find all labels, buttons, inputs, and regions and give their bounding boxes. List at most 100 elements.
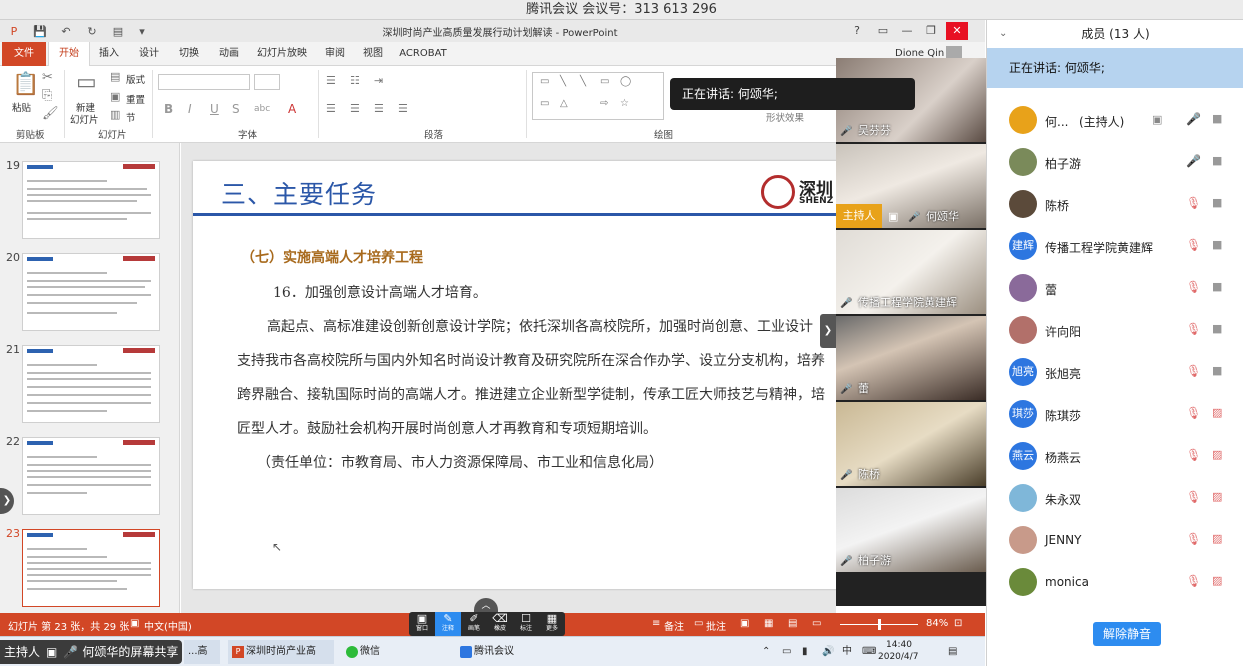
member-row[interactable]: 蕾 🎙 ■ xyxy=(987,268,1243,310)
ime-settings-icon[interactable]: ⌨ xyxy=(858,640,876,664)
right-arrow-shape-icon[interactable]: ⇨ xyxy=(600,98,608,109)
layout-button[interactable]: 版式 xyxy=(126,72,145,86)
shadow-icon[interactable]: S xyxy=(232,102,240,116)
microphone-muted-icon[interactable]: 🎙 xyxy=(1186,490,1201,504)
camera-icon[interactable]: ■ xyxy=(1212,154,1222,167)
reset-icon[interactable]: ▣ xyxy=(110,90,120,103)
copy-icon[interactable]: ⎘ xyxy=(42,88,52,103)
camera-icon[interactable]: ■ xyxy=(1212,238,1222,251)
spellcheck-icon[interactable]: ▣ xyxy=(130,618,139,629)
member-row[interactable]: 陈桥 🎙 ■ xyxy=(987,184,1243,226)
video-tile[interactable]: 🎤 柏子游 xyxy=(836,488,986,572)
tray-up-icon[interactable]: ⌃ xyxy=(758,640,770,664)
tab-file[interactable]: 文件 xyxy=(2,42,46,66)
microphone-muted-icon[interactable]: 🎙 xyxy=(1186,406,1201,420)
tab-review[interactable]: 审阅 xyxy=(320,42,350,66)
rounded-rect-shape-icon[interactable]: ▭ xyxy=(540,98,549,109)
slide-thumbnail-selected[interactable] xyxy=(22,529,160,607)
strikethrough-icon[interactable]: abc xyxy=(254,104,270,114)
oval-shape-icon[interactable]: ◯ xyxy=(620,76,631,87)
slide-thumbnail[interactable] xyxy=(22,345,160,423)
volume-icon[interactable]: 🔊 xyxy=(818,640,834,664)
align-right-icon[interactable]: ☰ xyxy=(374,102,384,115)
bold-icon[interactable]: B xyxy=(164,102,173,116)
member-row[interactable]: 旭亮 张旭亮 🎙 ■ xyxy=(987,352,1243,394)
section-button[interactable]: 节 xyxy=(126,110,136,124)
notifications-icon[interactable]: ▤ xyxy=(944,640,957,664)
tab-insert[interactable]: 插入 xyxy=(94,42,124,66)
microphone-muted-icon[interactable]: 🎙 xyxy=(1186,364,1201,378)
microphone-icon[interactable]: 🎤 xyxy=(1186,112,1201,126)
battery-icon[interactable]: ▮ xyxy=(798,640,808,664)
close-button[interactable]: ✕ xyxy=(946,22,968,40)
microphone-muted-icon[interactable]: 🎙 xyxy=(1186,196,1201,210)
paragraph-line-4[interactable]: 匠型人才。鼓励社会机构开展时尚创意人才再教育和专项短期培训。 xyxy=(237,418,657,438)
paragraph-line-3[interactable]: 跨界融合、接轨国际时尚的高端人才。推进建立企业新型学徒制，传承工匠大师技艺与精神… xyxy=(237,384,825,404)
tab-view[interactable]: 视图 xyxy=(358,42,388,66)
comments-icon[interactable]: ▭ xyxy=(694,618,703,629)
shapes-gallery[interactable] xyxy=(532,72,664,120)
new-slide-label-2[interactable]: 幻灯片 xyxy=(70,112,99,126)
current-slide[interactable]: 三、主要任务 深圳 SHENZ （七）实施高端人才培养工程 16．加强创意设计高… xyxy=(193,161,843,589)
paragraph-line-1[interactable]: 高起点、高标准建设创新创意设计学院；依托深圳各高校院所，加强时尚创意、工业设计 xyxy=(267,316,813,336)
comments-button[interactable]: 批注 xyxy=(706,618,726,633)
zoom-level[interactable]: 84% xyxy=(926,618,948,629)
annotate-button[interactable]: ✎ 注释 xyxy=(435,612,461,636)
indent-icon[interactable]: ⇥ xyxy=(374,74,383,87)
video-tile[interactable]: 🎤 陈桥 xyxy=(836,402,986,486)
star-shape-icon[interactable]: ☆ xyxy=(620,98,629,109)
microphone-muted-icon[interactable]: 🎙 xyxy=(1186,322,1201,336)
start-slideshow-icon[interactable]: ▤ xyxy=(110,23,126,39)
tab-home[interactable]: 开始 xyxy=(48,42,90,67)
member-row[interactable]: 许向阳 🎙 ■ xyxy=(987,310,1243,352)
camera-icon[interactable]: ■ xyxy=(1212,364,1222,377)
tab-transitions[interactable]: 切换 xyxy=(174,42,204,66)
member-row[interactable]: monica 🎙 ▨ xyxy=(987,562,1243,604)
customize-toolbar-icon[interactable]: ▾ xyxy=(134,23,150,39)
microphone-muted-icon[interactable]: 🎙 xyxy=(1186,574,1201,588)
unmute-all-button[interactable]: 解除静音 xyxy=(1093,622,1161,646)
microphone-icon[interactable]: 🎤 xyxy=(1186,154,1201,168)
network-icon[interactable]: ▭ xyxy=(778,640,791,664)
item-16[interactable]: 16．加强创意设计高端人才培育。 xyxy=(273,282,487,302)
microphone-muted-icon[interactable]: 🎙 xyxy=(1186,238,1201,252)
paste-icon[interactable]: 📋 xyxy=(12,72,39,97)
taskbar-item-ppt-1[interactable]: ...高质... xyxy=(184,640,220,664)
normal-view-icon[interactable]: ▣ xyxy=(740,618,749,629)
camera-icon[interactable]: ■ xyxy=(1212,196,1222,209)
collapse-video-strip-icon[interactable]: ❯ xyxy=(820,314,836,348)
fit-slide-icon[interactable]: ⊡ xyxy=(954,618,962,629)
slide-thumbnail[interactable] xyxy=(22,253,160,331)
line-shape-icon[interactable]: ╲ xyxy=(560,76,566,87)
save-icon[interactable]: 💾 xyxy=(32,23,48,39)
camera-icon[interactable]: ■ xyxy=(1212,112,1222,125)
slideshow-view-icon[interactable]: ▭ xyxy=(812,618,821,629)
microphone-muted-icon[interactable]: 🎙 xyxy=(1186,280,1201,294)
notes-icon[interactable]: ≡ xyxy=(652,618,660,629)
redo-icon[interactable]: ↻ xyxy=(84,23,100,39)
section-icon[interactable]: ▥ xyxy=(110,108,120,121)
textbox-shape-icon[interactable]: ▭ xyxy=(540,76,549,87)
ime-indicator[interactable]: 中 xyxy=(838,640,852,664)
maximize-button[interactable]: ❐ xyxy=(920,22,942,40)
camera-off-icon[interactable]: ▨ xyxy=(1212,490,1222,503)
member-row[interactable]: JENNY 🎙 ▨ xyxy=(987,520,1243,562)
cut-icon[interactable]: ✂ xyxy=(42,70,53,85)
section-heading[interactable]: （七）实施高端人才培养工程 xyxy=(241,247,423,267)
paste-button-label[interactable]: 粘贴 xyxy=(12,100,31,114)
font-family-select[interactable] xyxy=(158,74,250,90)
tab-animations[interactable]: 动画 xyxy=(214,42,244,66)
ribbon-display-icon[interactable]: ▭ xyxy=(872,22,894,40)
reading-view-icon[interactable]: ▤ xyxy=(788,618,797,629)
font-color-icon[interactable]: A xyxy=(288,102,296,116)
paragraph-line-2[interactable]: 支持我市各高校院所与国内外知名时尚设计教育及研究院所在深合作办学、设立分支机构，… xyxy=(237,350,825,370)
slide-thumbnail[interactable] xyxy=(22,161,160,239)
camera-icon[interactable]: ■ xyxy=(1212,280,1222,293)
tab-slideshow[interactable]: 幻灯片放映 xyxy=(254,42,310,66)
language-indicator[interactable]: 中文(中国) xyxy=(144,618,192,633)
new-slide-icon[interactable]: ▭ xyxy=(76,70,97,95)
member-row[interactable]: 何... (主持人) ▣ 🎤 ■ xyxy=(987,100,1243,142)
shape-effects-button[interactable]: 形状效果 xyxy=(766,110,804,124)
member-row[interactable]: 燕云 杨燕云 🎙 ▨ xyxy=(987,436,1243,478)
zoom-slider-thumb[interactable] xyxy=(878,619,881,630)
